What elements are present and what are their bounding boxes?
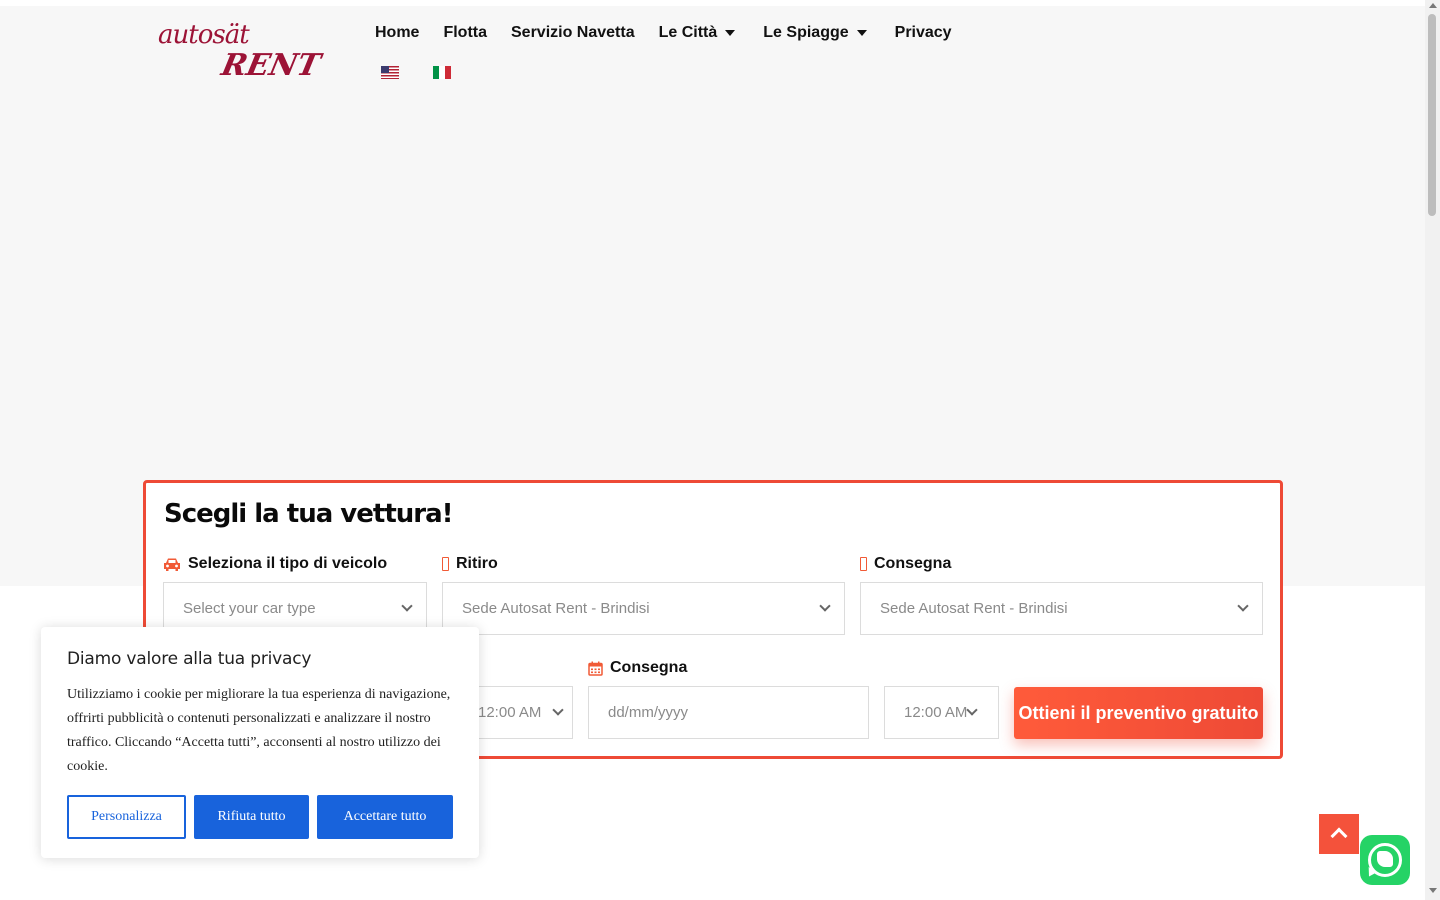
back-to-top-button[interactable]: [1319, 814, 1359, 854]
cookie-title: Diamo valore alla tua privacy: [67, 649, 312, 669]
return-time-select[interactable]: 12:00 AM: [884, 686, 999, 739]
nav-servizio-navetta[interactable]: Servizio Navetta: [511, 24, 635, 42]
flag-it-icon[interactable]: [433, 66, 451, 79]
cookie-customize-button[interactable]: Personalizza: [67, 795, 186, 839]
language-switcher: [381, 66, 485, 79]
chevron-down-icon: [552, 704, 564, 716]
dropoff-location-value: Sede Autosat Rent - Brindisi: [880, 600, 1068, 617]
whatsapp-chat-button[interactable]: [1360, 835, 1410, 885]
scroll-down-arrow-icon[interactable]: [1429, 888, 1437, 893]
cookie-consent-banner: Diamo valore alla tua privacy Utilizziam…: [41, 627, 479, 858]
cookie-accept-button[interactable]: Accettare tutto: [317, 795, 453, 839]
pickup-location-select[interactable]: Sede Autosat Rent - Brindisi: [442, 582, 845, 635]
return-time-value: 12:00 AM: [904, 704, 968, 721]
scrollbar-thumb[interactable]: [1428, 14, 1436, 216]
nav-flotta[interactable]: Flotta: [443, 24, 487, 42]
nav-privacy[interactable]: Privacy: [895, 24, 952, 42]
logo-text-bottom: RENT: [218, 48, 324, 83]
flag-us-icon[interactable]: [381, 66, 399, 79]
pickup-label-text: Ritiro: [456, 555, 498, 572]
vehicle-type-label-text: Seleziona il tipo di veicolo: [188, 555, 388, 572]
location-pin-icon: [860, 557, 867, 571]
cookie-text: Utilizziamo i cookie per migliorare la t…: [67, 687, 451, 774]
chevron-down-icon: [819, 600, 831, 612]
main-nav: Home Flotta Servizio Navetta Le Città Le…: [375, 22, 976, 44]
chevron-down-icon: [966, 704, 978, 716]
caret-down-icon: [856, 30, 867, 36]
scroll-up-arrow-icon[interactable]: [1429, 3, 1437, 8]
return-date-label: Consegna: [588, 659, 687, 677]
page-scrollbar[interactable]: [1425, 0, 1440, 900]
pickup-time-value: 12:00 AM: [478, 704, 542, 721]
get-quote-button[interactable]: Ottieni il preventivo gratuito: [1014, 687, 1263, 739]
vehicle-type-select-value: Select your car type: [183, 600, 316, 617]
vehicle-type-label: Seleziona il tipo di veicolo: [163, 555, 387, 573]
nav-home[interactable]: Home: [375, 24, 419, 42]
caret-down-icon: [725, 30, 736, 36]
nav-le-citta-label: Le Città: [658, 24, 718, 41]
return-date-input[interactable]: dd/mm/yyyy: [588, 686, 869, 739]
pickup-label: Ritiro: [442, 555, 498, 573]
dropoff-location-select[interactable]: Sede Autosat Rent - Brindisi: [860, 582, 1263, 635]
site-logo[interactable]: autosät RENT: [158, 20, 323, 84]
booking-title: Scegli la tua vettura!: [164, 499, 453, 529]
chevron-down-icon: [401, 600, 413, 612]
dropoff-label-text: Consegna: [874, 555, 952, 572]
return-date-placeholder: dd/mm/yyyy: [608, 704, 689, 721]
pickup-location-value: Sede Autosat Rent - Brindisi: [462, 600, 650, 617]
return-date-label-text: Consegna: [610, 659, 688, 676]
calendar-icon: [588, 661, 603, 676]
phone-icon: [1377, 851, 1393, 867]
chevron-up-icon: [1330, 827, 1348, 845]
car-icon: [163, 557, 181, 572]
chevron-down-icon: [1237, 600, 1249, 612]
location-pin-icon: [442, 557, 449, 571]
nav-le-spiagge-label: Le Spiagge: [763, 24, 849, 41]
nav-le-citta[interactable]: Le Città: [659, 24, 736, 42]
logo-text-top: autosät: [158, 20, 250, 50]
nav-le-spiagge[interactable]: Le Spiagge: [763, 24, 867, 42]
dropoff-label: Consegna: [860, 555, 951, 573]
cookie-reject-button[interactable]: Rifiuta tutto: [194, 795, 309, 839]
